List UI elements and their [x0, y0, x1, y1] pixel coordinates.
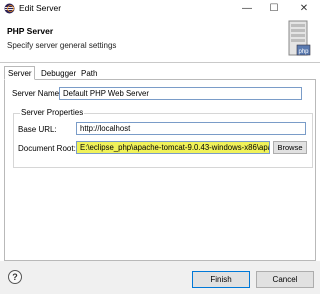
tab-debugger[interactable]: Debugger: [37, 66, 80, 80]
base-url-label: Base URL:: [18, 125, 57, 134]
server-icon: php: [288, 20, 311, 56]
server-properties-group: Server Properties Base URL: http://local…: [13, 108, 313, 168]
document-root-field[interactable]: E:\eclipse_php\apache-tomcat-9.0.43-wind…: [76, 141, 270, 154]
dialog-footer: ? Finish Cancel: [0, 261, 320, 294]
help-icon[interactable]: ?: [8, 270, 22, 284]
minimize-button[interactable]: —: [235, 0, 259, 17]
svg-text:php: php: [299, 49, 310, 55]
server-tab-panel: Server Name: Default PHP Web Server Serv…: [4, 79, 316, 261]
finish-button[interactable]: Finish: [192, 271, 250, 288]
close-button[interactable]: ✕: [292, 0, 316, 17]
maximize-button[interactable]: ☐: [262, 0, 286, 17]
window-title: Edit Server: [19, 3, 62, 13]
server-name-field[interactable]: Default PHP Web Server: [59, 87, 302, 100]
base-url-field[interactable]: http://localhost: [76, 122, 306, 135]
page-description: Specify server general settings: [7, 41, 117, 50]
wizard-header: PHP Server Specify server general settin…: [0, 17, 320, 63]
server-properties-title: Server Properties: [20, 108, 85, 117]
document-root-label: Document Root:: [18, 144, 76, 153]
tab-path-mapping[interactable]: Path Mapping: [77, 66, 116, 91]
cancel-button[interactable]: Cancel: [256, 271, 314, 288]
page-title: PHP Server: [7, 26, 54, 36]
eclipse-app-icon: [4, 3, 15, 14]
window-titlebar: Edit Server — ☐ ✕: [0, 0, 320, 17]
tab-server[interactable]: Server: [4, 66, 35, 80]
browse-button[interactable]: Browse: [273, 141, 307, 154]
server-name-label: Server Name:: [12, 89, 62, 98]
